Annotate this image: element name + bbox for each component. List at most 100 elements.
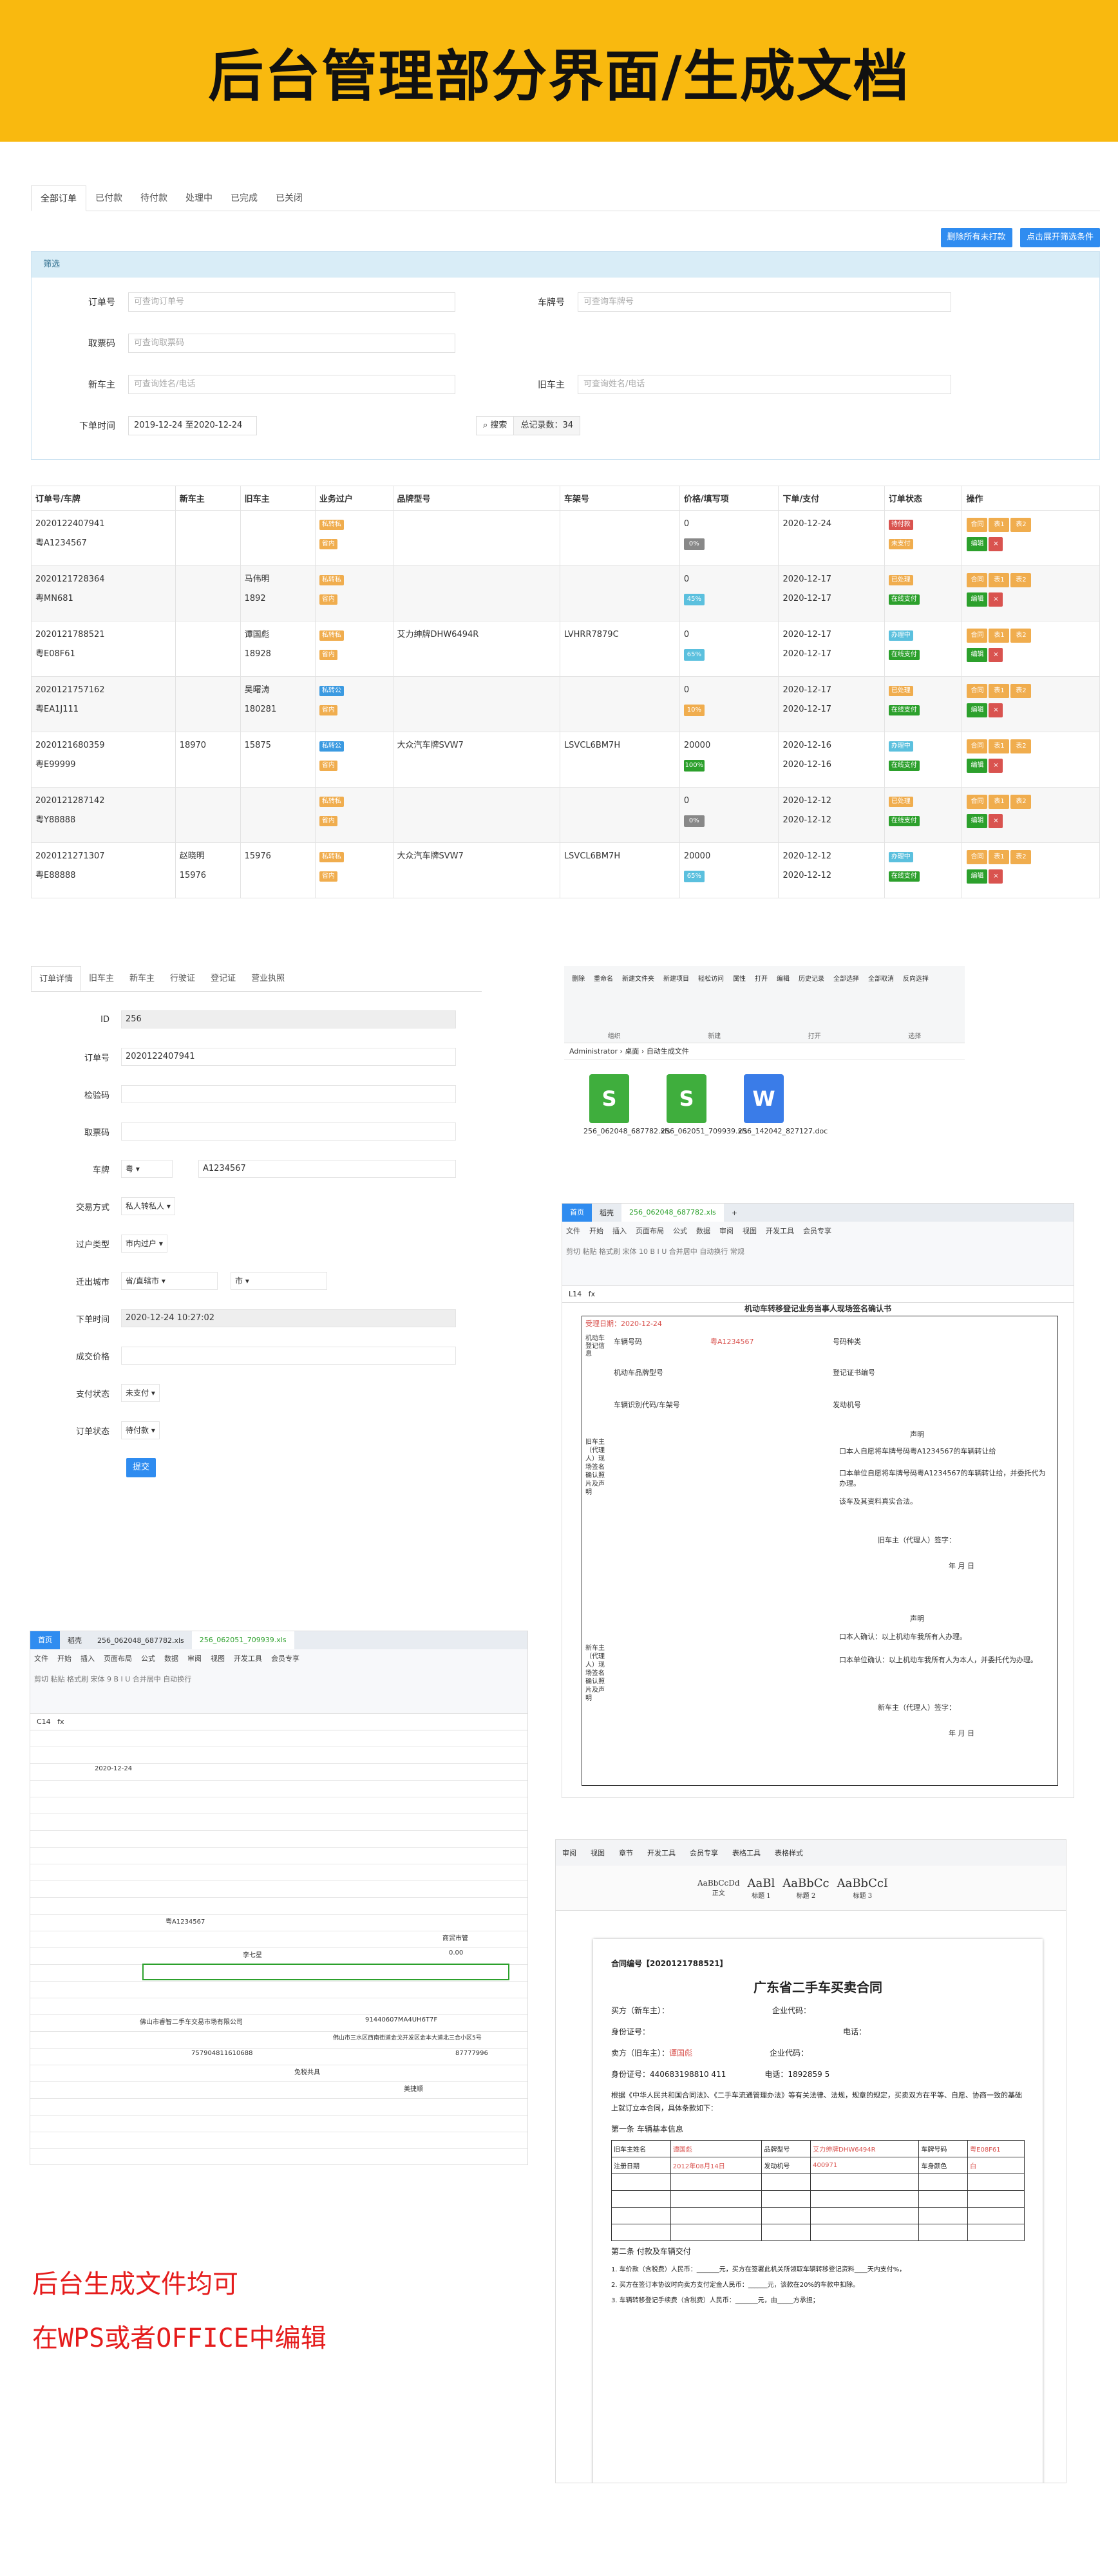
table-row[interactable]: 2020121728364 粤MN681 马伟明 1892 私转私 省内 0 45% 2… xyxy=(31,565,1100,621)
tab-detail[interactable]: 订单详情 xyxy=(31,966,82,991)
edit-button[interactable]: 编辑 xyxy=(967,759,988,773)
explorer-tool[interactable]: 全部选择 xyxy=(833,975,859,984)
table-row[interactable]: 2020121680359 粤E99999 18970 15875 私转公 省内 大… xyxy=(31,732,1100,788)
new-tab-icon[interactable]: + xyxy=(724,1209,745,1217)
delete-button[interactable]: × xyxy=(989,592,1003,607)
order-time-input[interactable]: 2019-12-24 至2020-12-24 xyxy=(128,416,257,435)
menu-item[interactable]: 文件 xyxy=(34,1653,48,1663)
menu-item[interactable]: 页面布局 xyxy=(636,1226,664,1236)
edit-button[interactable]: 编辑 xyxy=(967,648,988,662)
pick-field[interactable] xyxy=(121,1122,456,1141)
status-select[interactable]: 待付款 ▾ xyxy=(121,1421,160,1439)
order-no-input[interactable]: 可查询订单号 xyxy=(128,292,455,312)
menu-item[interactable]: 会员专享 xyxy=(271,1653,299,1663)
style-swatch[interactable]: AaBbCcI 标题 3 xyxy=(837,1877,888,1900)
doc-menu-item[interactable]: 章节 xyxy=(619,1848,633,1858)
file-item[interactable]: S 256_062048_687782.xls xyxy=(583,1074,670,1135)
plate-prefix-select[interactable]: 粤 ▾ xyxy=(121,1160,173,1178)
table2-button[interactable]: 表2 xyxy=(1010,518,1032,532)
explorer-tool[interactable]: 历史记录 xyxy=(799,975,824,984)
explorer-tool[interactable]: 新建项目 xyxy=(663,975,689,984)
new-owner-input[interactable]: 可查询姓名/电话 xyxy=(128,375,455,394)
delete-button[interactable]: × xyxy=(989,648,1003,662)
tab-home-2[interactable]: 首页 xyxy=(30,1631,60,1649)
table-row[interactable]: 2020121271307 粤E88888 赵晓明 15976 15976 私转私省… xyxy=(31,842,1100,898)
tab-closed[interactable]: 已关闭 xyxy=(267,185,312,211)
explorer-tool[interactable]: 轻松访问 xyxy=(698,975,724,984)
tab-file-1[interactable]: 256_062048_687782.xls xyxy=(621,1204,724,1222)
menu-item[interactable]: 视图 xyxy=(743,1226,757,1236)
table1-button[interactable]: 表1 xyxy=(989,518,1010,532)
order-field[interactable]: 2020122407941 xyxy=(121,1048,456,1066)
table-row[interactable]: 2020121287142 粤Y88888 私转私 省内 0 0% 2020-12-1… xyxy=(31,787,1100,843)
delete-button[interactable]: × xyxy=(989,814,1003,828)
table1-button[interactable]: 表1 xyxy=(989,629,1010,643)
edit-button[interactable]: 编辑 xyxy=(967,592,988,607)
tab-business-license[interactable]: 营业执照 xyxy=(243,966,292,991)
edit-button[interactable]: 编辑 xyxy=(967,537,988,551)
doc-menu-item[interactable]: 表格工具 xyxy=(732,1848,761,1858)
contract-button[interactable]: 合同 xyxy=(967,518,988,532)
menu-item[interactable]: 审阅 xyxy=(719,1226,734,1236)
transfer-type-select[interactable]: 市内过户 ▾ xyxy=(121,1235,167,1253)
check-field[interactable] xyxy=(121,1085,456,1103)
menu-item[interactable]: 页面布局 xyxy=(104,1653,132,1663)
deal-field[interactable] xyxy=(121,1347,456,1365)
menu-item[interactable]: 插入 xyxy=(612,1226,627,1236)
delete-unpaid-button[interactable]: 删除所有未打款 xyxy=(940,228,1012,247)
menu-item[interactable]: 视图 xyxy=(211,1653,225,1663)
edit-button[interactable]: 编辑 xyxy=(967,869,988,884)
plate-field[interactable]: A1234567 xyxy=(198,1160,456,1178)
explorer-tool[interactable]: 重命名 xyxy=(594,975,613,984)
delete-button[interactable]: × xyxy=(989,703,1003,717)
submit-button[interactable]: 提交 xyxy=(126,1458,156,1477)
menu-item[interactable]: 文件 xyxy=(566,1226,580,1236)
trade-select[interactable]: 私人转私人 ▾ xyxy=(121,1197,175,1215)
tab-registration[interactable]: 登记证 xyxy=(203,966,243,991)
tab-new-owner[interactable]: 新车主 xyxy=(122,966,162,991)
tab-paid[interactable]: 已付款 xyxy=(86,185,131,211)
explorer-tool[interactable]: 全部取消 xyxy=(868,975,894,984)
tab-file-1b[interactable]: 256_062048_687782.xls xyxy=(90,1636,192,1645)
city-select[interactable]: 市 ▾ xyxy=(231,1272,327,1290)
table2-button[interactable]: 表2 xyxy=(1010,684,1032,698)
edit-button[interactable]: 编辑 xyxy=(967,814,988,828)
table1-button[interactable]: 表1 xyxy=(989,795,1010,809)
table1-button[interactable]: 表1 xyxy=(989,850,1010,864)
tab-all[interactable]: 全部订单 xyxy=(31,185,86,211)
tab-unpaid[interactable]: 待付款 xyxy=(131,185,176,211)
menu-item[interactable]: 插入 xyxy=(81,1653,95,1663)
style-swatch[interactable]: AaBbCcDd 正文 xyxy=(697,1879,740,1897)
table2-button[interactable]: 表2 xyxy=(1010,739,1032,753)
pay-select[interactable]: 未支付 ▾ xyxy=(121,1384,160,1402)
contract-button[interactable]: 合同 xyxy=(967,850,988,864)
delete-button[interactable]: × xyxy=(989,537,1003,551)
explorer-tool[interactable]: 打开 xyxy=(755,975,768,984)
edit-button[interactable]: 编辑 xyxy=(967,703,988,717)
menu-item[interactable]: 数据 xyxy=(164,1653,178,1663)
menu-item[interactable]: 公式 xyxy=(673,1226,687,1236)
menu-item[interactable]: 开发工具 xyxy=(234,1653,262,1663)
doc-menu-item[interactable]: 开发工具 xyxy=(647,1848,676,1858)
table2-button[interactable]: 表2 xyxy=(1010,850,1032,864)
doc-menu-item[interactable]: 表格样式 xyxy=(775,1848,803,1858)
tab-docer[interactable]: 稻壳 xyxy=(592,1208,621,1218)
contract-button[interactable]: 合同 xyxy=(967,573,988,587)
contract-button[interactable]: 合同 xyxy=(967,739,988,753)
table2-button[interactable]: 表2 xyxy=(1010,795,1032,809)
car-no-input[interactable]: 可查询车牌号 xyxy=(578,292,951,312)
doc-menu-item[interactable]: 会员专享 xyxy=(690,1848,718,1858)
address-bar[interactable]: Administrator › 桌面 › 自动生成文件 xyxy=(564,1043,965,1060)
formula-bar[interactable]: L14 fx xyxy=(562,1286,1074,1303)
contract-button[interactable]: 合同 xyxy=(967,684,988,698)
table-row[interactable]: 2020121757162 粤EA1J111 吴曙涛 180281 私转公 省内 0 1… xyxy=(31,676,1100,732)
doc-menu-item[interactable]: 审阅 xyxy=(562,1848,576,1858)
old-owner-input[interactable]: 可查询姓名/电话 xyxy=(578,375,951,394)
menu-item[interactable]: 公式 xyxy=(141,1653,155,1663)
menu-item[interactable]: 数据 xyxy=(696,1226,710,1236)
explorer-tool[interactable]: 删除 xyxy=(572,975,585,984)
style-swatch[interactable]: AaBl 标题 1 xyxy=(748,1877,775,1900)
contract-button[interactable]: 合同 xyxy=(967,795,988,809)
style-swatch[interactable]: AaBbCc 标题 2 xyxy=(782,1877,829,1900)
table-row[interactable]: 2020121788521 粤E08F61 谭国彪 18928 私转私 省内 艾力绅牌… xyxy=(31,621,1100,677)
